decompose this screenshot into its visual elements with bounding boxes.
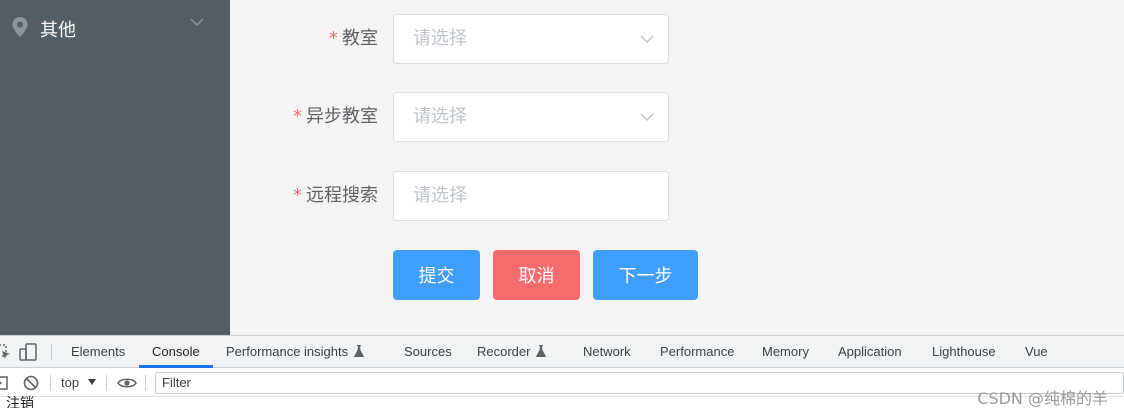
- separator: [51, 344, 52, 360]
- tab-vue[interactable]: Vue: [1025, 336, 1048, 368]
- console-toolbar: top Filter: [0, 369, 1124, 397]
- experiment-flask-icon: [354, 345, 365, 357]
- cancel-button[interactable]: 取消: [493, 250, 580, 300]
- tab-lighthouse[interactable]: Lighthouse: [932, 336, 996, 368]
- chevron-down-icon: [190, 18, 204, 27]
- separator: [50, 375, 51, 391]
- active-tab-indicator: [139, 365, 213, 368]
- form-label-text: 教室: [342, 28, 378, 49]
- form-row-remote-search: * 远程搜索 请选择: [230, 171, 1124, 221]
- separator: [106, 375, 107, 391]
- tab-elements[interactable]: Elements: [71, 336, 125, 368]
- form-label: * 异步教室: [293, 92, 378, 142]
- submit-button[interactable]: 提交: [393, 250, 480, 300]
- devtools-tab-bar: Elements Console Performance insights So…: [0, 336, 1124, 368]
- tab-memory[interactable]: Memory: [762, 336, 809, 368]
- experiment-flask-icon: [536, 345, 547, 357]
- devtools-panel: Elements Console Performance insights So…: [0, 335, 1124, 415]
- form-label-text: 远程搜索: [306, 185, 378, 206]
- tab-recorder[interactable]: Recorder: [477, 336, 547, 368]
- chevron-down-icon: [640, 113, 654, 122]
- watermark: CSDN @纯棉的羊: [977, 389, 1108, 408]
- tab-application[interactable]: Application: [838, 336, 902, 368]
- clear-console-icon[interactable]: [22, 374, 40, 392]
- tab-network[interactable]: Network: [583, 336, 631, 368]
- context-selector[interactable]: top: [61, 369, 79, 397]
- device-toolbar-icon[interactable]: [19, 343, 37, 361]
- tab-performance[interactable]: Performance: [660, 336, 734, 368]
- console-message: 注销: [6, 396, 34, 408]
- remote-search-select[interactable]: 请选择: [393, 171, 669, 221]
- tab-console[interactable]: Console: [152, 336, 200, 368]
- caret-down-icon: [88, 379, 96, 385]
- form-row-classroom: * 教室 请选择: [230, 14, 1124, 64]
- select-placeholder: 请选择: [413, 28, 467, 49]
- eye-icon[interactable]: [117, 374, 137, 392]
- next-step-button[interactable]: 下一步: [593, 250, 698, 300]
- chevron-down-icon: [640, 35, 654, 44]
- form-label: * 教室: [329, 14, 378, 64]
- required-mark: *: [293, 106, 302, 127]
- required-mark: *: [329, 28, 338, 49]
- sidebar-toggle-icon[interactable]: [0, 374, 10, 392]
- classroom-select[interactable]: 请选择: [393, 14, 669, 64]
- sidebar-item-other[interactable]: 其他: [0, 0, 230, 56]
- filter-placeholder: Filter: [162, 375, 191, 390]
- form-row-async-classroom: * 异步教室 请选择: [230, 92, 1124, 142]
- tab-performance-insights[interactable]: Performance insights: [226, 336, 365, 368]
- location-icon: [12, 17, 28, 37]
- sidebar-item-label: 其他: [40, 20, 76, 41]
- tab-label: Recorder: [477, 344, 531, 359]
- select-placeholder: 请选择: [413, 185, 467, 206]
- form-label-text: 异步教室: [306, 106, 378, 127]
- async-classroom-select[interactable]: 请选择: [393, 92, 669, 142]
- tab-label: Performance insights: [226, 344, 349, 359]
- tab-sources[interactable]: Sources: [404, 336, 452, 368]
- separator: [145, 375, 146, 391]
- form-area: * 教室 请选择 * 异步教室 请选择 * 远程搜索 请选择 提交 取消 下一步: [230, 0, 1124, 335]
- sidebar: 其他: [0, 0, 230, 335]
- inspect-element-icon[interactable]: [0, 343, 12, 361]
- select-placeholder: 请选择: [413, 106, 467, 127]
- required-mark: *: [293, 185, 302, 206]
- app-root: 其他 * 教室 请选择 * 异步教室 请选择 * 远程搜索 请选择 提交 取消 …: [0, 0, 1124, 415]
- form-label: * 远程搜索: [293, 171, 378, 221]
